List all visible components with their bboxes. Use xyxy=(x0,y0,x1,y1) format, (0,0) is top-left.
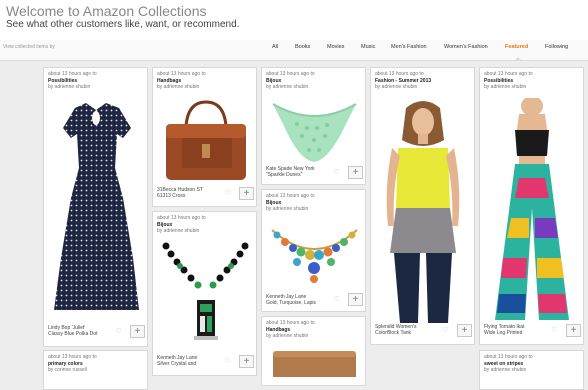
heart-icon[interactable]: ♡ xyxy=(332,168,341,177)
product-image-tank-top[interactable] xyxy=(376,98,471,323)
card-meta: about 13 hours ago to primary colors by … xyxy=(48,354,143,374)
filter-bar: View collected items by All Books Movies… xyxy=(0,40,588,61)
product-caption[interactable]: Lindy Bop 'Juliet' Classy Blue Polka Dot xyxy=(48,325,114,337)
card-meta: about 13 hours ago to Bijoux by adrienne… xyxy=(266,193,361,213)
product-image-bib-necklace[interactable] xyxy=(267,98,362,164)
card-meta: about 13 hours ago to Handbags by adrien… xyxy=(157,71,252,91)
product-image-handbag[interactable] xyxy=(158,98,253,188)
product-image-gold-necklace[interactable] xyxy=(267,218,362,286)
collection-card[interactable]: about 13 hours ago to Handbags by adrien… xyxy=(152,67,257,207)
heart-icon[interactable]: ♡ xyxy=(441,326,450,335)
add-to-collection-button[interactable]: + xyxy=(130,325,145,338)
user-link[interactable]: by adrienne shubin xyxy=(266,84,361,91)
collection-card[interactable]: about 13 hours ago to Possibilities by a… xyxy=(479,67,584,345)
collection-card[interactable]: about 13 hours ago to primary colors by … xyxy=(43,350,148,390)
product-image-ikat-pants[interactable] xyxy=(485,98,580,323)
add-to-collection-button[interactable]: + xyxy=(566,324,581,337)
product-caption[interactable]: Flying Tomato Ikat Wide Leg Printed xyxy=(484,324,550,336)
product-image-dress[interactable] xyxy=(49,98,144,323)
add-to-collection-button[interactable]: + xyxy=(239,187,254,200)
card-meta: about 13 hours ago to Possibilities by a… xyxy=(48,71,143,91)
heart-icon[interactable]: ♡ xyxy=(223,357,232,366)
card-meta: about 13 hours ago to Possibilities by a… xyxy=(484,71,579,91)
heart-icon[interactable]: ♡ xyxy=(223,189,232,198)
add-to-collection-button[interactable]: + xyxy=(348,166,363,179)
product-caption[interactable]: Kenneth Jay Lane Gold, Turquoise, Lapis xyxy=(266,294,332,306)
filter-all[interactable]: All xyxy=(272,44,278,50)
page-header: Welcome to Amazon Collections See what o… xyxy=(0,0,588,40)
add-to-collection-button[interactable]: + xyxy=(348,293,363,306)
filter-label: View collected items by xyxy=(3,44,55,50)
card-meta: about 13 hours ago to Handbags by adrien… xyxy=(266,320,361,340)
filter-following[interactable]: Following xyxy=(545,44,568,50)
product-image-pendant-necklace[interactable] xyxy=(158,240,253,353)
user-link[interactable]: by adrienne shubin xyxy=(48,84,143,91)
collection-card[interactable]: about 13 hours ago to Bijoux by adrienne… xyxy=(152,211,257,376)
card-meta: about 13 hours ago to Fashion - Summer 2… xyxy=(375,71,470,91)
user-link[interactable]: by adrienne shubin xyxy=(157,228,252,235)
add-to-collection-button[interactable]: + xyxy=(239,355,254,368)
user-link[interactable]: by adrienne shubin xyxy=(375,84,470,91)
product-caption[interactable]: Splendid Women's ColorBlock Tank xyxy=(375,324,441,336)
collection-card[interactable]: about 13 hours ago to Fashion - Summer 2… xyxy=(370,67,475,345)
heart-icon[interactable]: ♡ xyxy=(114,327,123,336)
add-to-collection-button[interactable]: + xyxy=(457,324,472,337)
filter-movies[interactable]: Movies xyxy=(327,44,344,50)
filter-womens-fashion[interactable]: Women's Fashion xyxy=(444,44,488,50)
filter-mens-fashion[interactable]: Men's Fashion xyxy=(391,44,427,50)
user-link[interactable]: by adrienne shubin xyxy=(157,84,252,91)
user-link[interactable]: by adrienne shubin xyxy=(484,84,579,91)
collection-card[interactable]: about 13 hours ago to Bijoux by adrienne… xyxy=(261,189,366,312)
filter-music[interactable]: Music xyxy=(361,44,375,50)
card-meta: about 13 hours ago to Bijoux by adrienne… xyxy=(266,71,361,91)
card-meta: about 13 hours ago to Bijoux by adrienne… xyxy=(157,215,252,235)
page-title: Welcome to Amazon Collections xyxy=(6,3,207,19)
product-caption[interactable]: Kate Spade New York "Sparkle Dunes" xyxy=(266,166,332,178)
active-filter-caret xyxy=(514,57,522,61)
user-link[interactable]: by adrienne shubin xyxy=(266,333,361,340)
collection-card[interactable]: about 13 hours ago to Possibilities by a… xyxy=(43,67,148,347)
collection-card[interactable]: about 13 hours ago to Handbags by adrien… xyxy=(261,316,366,386)
filter-books[interactable]: Books xyxy=(295,44,310,50)
collection-card[interactable]: about 13 hours ago to sweet on stripes b… xyxy=(479,350,584,390)
heart-icon[interactable]: ♡ xyxy=(332,295,341,304)
user-link[interactable]: by adrienne shubin xyxy=(266,206,361,213)
filter-featured[interactable]: Featured xyxy=(505,44,528,50)
collection-card[interactable]: about 13 hours ago to Bijoux by adrienne… xyxy=(261,67,366,185)
card-meta: about 13 hours ago to sweet on stripes b… xyxy=(484,354,579,374)
product-caption[interactable]: Kenneth Jay Lane Silver Crystal and xyxy=(157,355,223,367)
page-subtitle: See what other customers like, want, or … xyxy=(6,19,240,30)
product-caption[interactable]: 31Becca Hudson ST 61313 Cross xyxy=(157,187,223,199)
heart-icon[interactable]: ♡ xyxy=(550,326,559,335)
